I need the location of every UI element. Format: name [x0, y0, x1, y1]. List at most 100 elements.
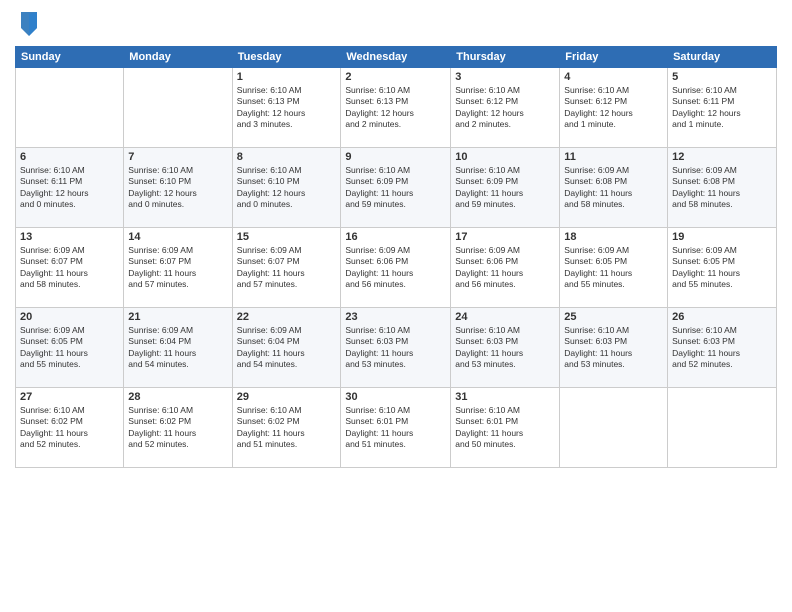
day-number: 17 [455, 231, 555, 243]
header [15, 10, 777, 38]
calendar-cell: 22Sunrise: 6:09 AMSunset: 6:04 PMDayligh… [232, 308, 341, 388]
weekday-header-saturday: Saturday [668, 47, 777, 68]
calendar-cell: 25 Sunrise: 6:10 AMSunset: 6:03 PMDayligh… [560, 308, 668, 388]
weekday-header-wednesday: Wednesday [341, 47, 451, 68]
calendar-cell [16, 68, 124, 148]
calendar-cell: 3 Sunrise: 6:10 AMSunset: 6:12 PMDaylight… [451, 68, 560, 148]
day-info: Sunrise: 6:10 AMSunset: 6:02 PMDaylight:… [237, 405, 337, 451]
calendar-cell: 1 Sunrise: 6:10 AMSunset: 6:13 PMDaylight… [232, 68, 341, 148]
day-info: Sunrise: 6:10 AMSunset: 6:01 PMDaylight:… [345, 405, 446, 451]
day-number: 10 [455, 151, 555, 163]
calendar-week-5: 27 Sunrise: 6:10 AMSunset: 6:02 PMDayligh… [16, 388, 777, 468]
day-info: Sunrise: 6:09 AMSunset: 6:06 PMDaylight:… [345, 245, 446, 291]
day-info: Sunrise: 6:09 AMSunset: 6:07 PMDaylight:… [128, 245, 227, 291]
calendar-week-4: 20 Sunrise: 6:09 AMSunset: 6:05 PMDayligh… [16, 308, 777, 388]
calendar-cell [124, 68, 232, 148]
day-info: Sunrise: 6:10 AMSunset: 6:02 PMDaylight:… [128, 405, 227, 451]
day-number: 12 [672, 151, 772, 163]
day-info: Sunrise: 6:10 AMSunset: 6:03 PMDaylight:… [345, 325, 446, 371]
calendar-week-2: 6 Sunrise: 6:10 AMSunset: 6:11 PMDaylight… [16, 148, 777, 228]
day-number: 25 [564, 311, 663, 323]
day-number: 30 [345, 391, 446, 403]
calendar-cell: 27Sunrise: 6:10 AMSunset: 6:02 PMDayligh… [16, 388, 124, 468]
calendar-cell: 17 Sunrise: 6:09 AMSunset: 6:06 PMDayligh… [451, 228, 560, 308]
calendar-cell: 30 Sunrise: 6:10 AMSunset: 6:01 PMDayligh… [341, 388, 451, 468]
calendar-cell: 12Sunrise: 6:09 AMSunset: 6:08 PMDayligh… [668, 148, 777, 228]
calendar-cell: 2 Sunrise: 6:10 AMSunset: 6:13 PMDaylight… [341, 68, 451, 148]
calendar-cell: 15 Sunrise: 6:09 AMSunset: 6:07 PMDayligh… [232, 228, 341, 308]
weekday-header-friday: Friday [560, 47, 668, 68]
calendar-cell: 18 Sunrise: 6:09 AMSunset: 6:05 PMDayligh… [560, 228, 668, 308]
day-info: Sunrise: 6:09 AMSunset: 6:05 PMDaylight:… [564, 245, 663, 291]
day-number: 7 [128, 151, 227, 163]
day-number: 14 [128, 231, 227, 243]
day-number: 1 [237, 71, 337, 83]
calendar-cell: 5 Sunrise: 6:10 AMSunset: 6:11 PMDaylight… [668, 68, 777, 148]
day-number: 5 [672, 71, 772, 83]
calendar-cell: 4Sunrise: 6:10 AMSunset: 6:12 PMDaylight… [560, 68, 668, 148]
day-info: Sunrise: 6:10 AMSunset: 6:12 PMDaylight:… [455, 85, 555, 131]
calendar-cell: 10 Sunrise: 6:10 AMSunset: 6:09 PMDayligh… [451, 148, 560, 228]
day-info: Sunrise: 6:09 AMSunset: 6:06 PMDaylight:… [455, 245, 555, 291]
day-number: 23 [345, 311, 446, 323]
day-info: Sunrise: 6:10 AMSunset: 6:11 PMDaylight:… [20, 165, 119, 211]
day-number: 29 [237, 391, 337, 403]
weekday-header-row: SundayMondayTuesdayWednesdayThursdayFrid… [16, 47, 777, 68]
calendar-cell: 26 Sunrise: 6:10 AMSunset: 6:03 PMDayligh… [668, 308, 777, 388]
day-number: 9 [345, 151, 446, 163]
day-number: 6 [20, 151, 119, 163]
day-number: 31 [455, 391, 555, 403]
day-info: Sunrise: 6:10 AMSunset: 6:09 PMDaylight:… [455, 165, 555, 211]
calendar-cell: 28 Sunrise: 6:10 AMSunset: 6:02 PMDayligh… [124, 388, 232, 468]
day-info: Sunrise: 6:10 AMSunset: 6:03 PMDaylight:… [672, 325, 772, 371]
day-number: 2 [345, 71, 446, 83]
day-number: 28 [128, 391, 227, 403]
calendar-cell: 23 Sunrise: 6:10 AMSunset: 6:03 PMDayligh… [341, 308, 451, 388]
day-info: Sunrise: 6:10 AMSunset: 6:11 PMDaylight:… [672, 85, 772, 131]
day-info: Sunrise: 6:10 AMSunset: 6:13 PMDaylight:… [237, 85, 337, 131]
day-info: Sunrise: 6:09 AMSunset: 6:05 PMDaylight:… [20, 325, 119, 371]
day-number: 26 [672, 311, 772, 323]
calendar-cell: 31Sunrise: 6:10 AMSunset: 6:01 PMDayligh… [451, 388, 560, 468]
calendar-cell: 6 Sunrise: 6:10 AMSunset: 6:11 PMDaylight… [16, 148, 124, 228]
day-number: 18 [564, 231, 663, 243]
day-number: 20 [20, 311, 119, 323]
calendar-cell: 14 Sunrise: 6:09 AMSunset: 6:07 PMDayligh… [124, 228, 232, 308]
day-info: Sunrise: 6:10 AMSunset: 6:03 PMDaylight:… [564, 325, 663, 371]
day-info: Sunrise: 6:09 AMSunset: 6:04 PMDaylight:… [128, 325, 227, 371]
calendar-table: SundayMondayTuesdayWednesdayThursdayFrid… [15, 46, 777, 468]
day-info: Sunrise: 6:10 AMSunset: 6:13 PMDaylight:… [345, 85, 446, 131]
calendar-cell: 19 Sunrise: 6:09 AMSunset: 6:05 PMDayligh… [668, 228, 777, 308]
day-number: 24 [455, 311, 555, 323]
day-info: Sunrise: 6:10 AMSunset: 6:12 PMDaylight:… [564, 85, 663, 131]
day-info: Sunrise: 6:09 AMSunset: 6:07 PMDaylight:… [237, 245, 337, 291]
day-number: 15 [237, 231, 337, 243]
calendar-cell: 24 Sunrise: 6:10 AMSunset: 6:03 PMDayligh… [451, 308, 560, 388]
day-info: Sunrise: 6:09 AMSunset: 6:05 PMDaylight:… [672, 245, 772, 291]
calendar-cell: 9Sunrise: 6:10 AMSunset: 6:09 PMDaylight… [341, 148, 451, 228]
calendar-week-1: 1 Sunrise: 6:10 AMSunset: 6:13 PMDaylight… [16, 68, 777, 148]
day-info: Sunrise: 6:09 AMSunset: 6:07 PMDaylight:… [20, 245, 119, 291]
calendar-cell: 13Sunrise: 6:09 AMSunset: 6:07 PMDayligh… [16, 228, 124, 308]
day-number: 8 [237, 151, 337, 163]
day-number: 11 [564, 151, 663, 163]
calendar-cell: 29 Sunrise: 6:10 AMSunset: 6:02 PMDayligh… [232, 388, 341, 468]
day-info: Sunrise: 6:09 AMSunset: 6:08 PMDaylight:… [564, 165, 663, 211]
weekday-header-tuesday: Tuesday [232, 47, 341, 68]
day-number: 19 [672, 231, 772, 243]
logo [15, 10, 41, 38]
calendar-week-3: 13Sunrise: 6:09 AMSunset: 6:07 PMDayligh… [16, 228, 777, 308]
day-info: Sunrise: 6:10 AMSunset: 6:10 PMDaylight:… [128, 165, 227, 211]
day-info: Sunrise: 6:10 AMSunset: 6:03 PMDaylight:… [455, 325, 555, 371]
logo-icon [17, 10, 41, 38]
day-info: Sunrise: 6:10 AMSunset: 6:10 PMDaylight:… [237, 165, 337, 211]
day-number: 3 [455, 71, 555, 83]
calendar-cell: 16Sunrise: 6:09 AMSunset: 6:06 PMDayligh… [341, 228, 451, 308]
weekday-header-monday: Monday [124, 47, 232, 68]
page: SundayMondayTuesdayWednesdayThursdayFrid… [0, 0, 792, 612]
day-number: 21 [128, 311, 227, 323]
calendar-cell: 21 Sunrise: 6:09 AMSunset: 6:04 PMDayligh… [124, 308, 232, 388]
day-number: 27 [20, 391, 119, 403]
calendar-cell: 11 Sunrise: 6:09 AMSunset: 6:08 PMDayligh… [560, 148, 668, 228]
calendar-cell: 8 Sunrise: 6:10 AMSunset: 6:10 PMDaylight… [232, 148, 341, 228]
